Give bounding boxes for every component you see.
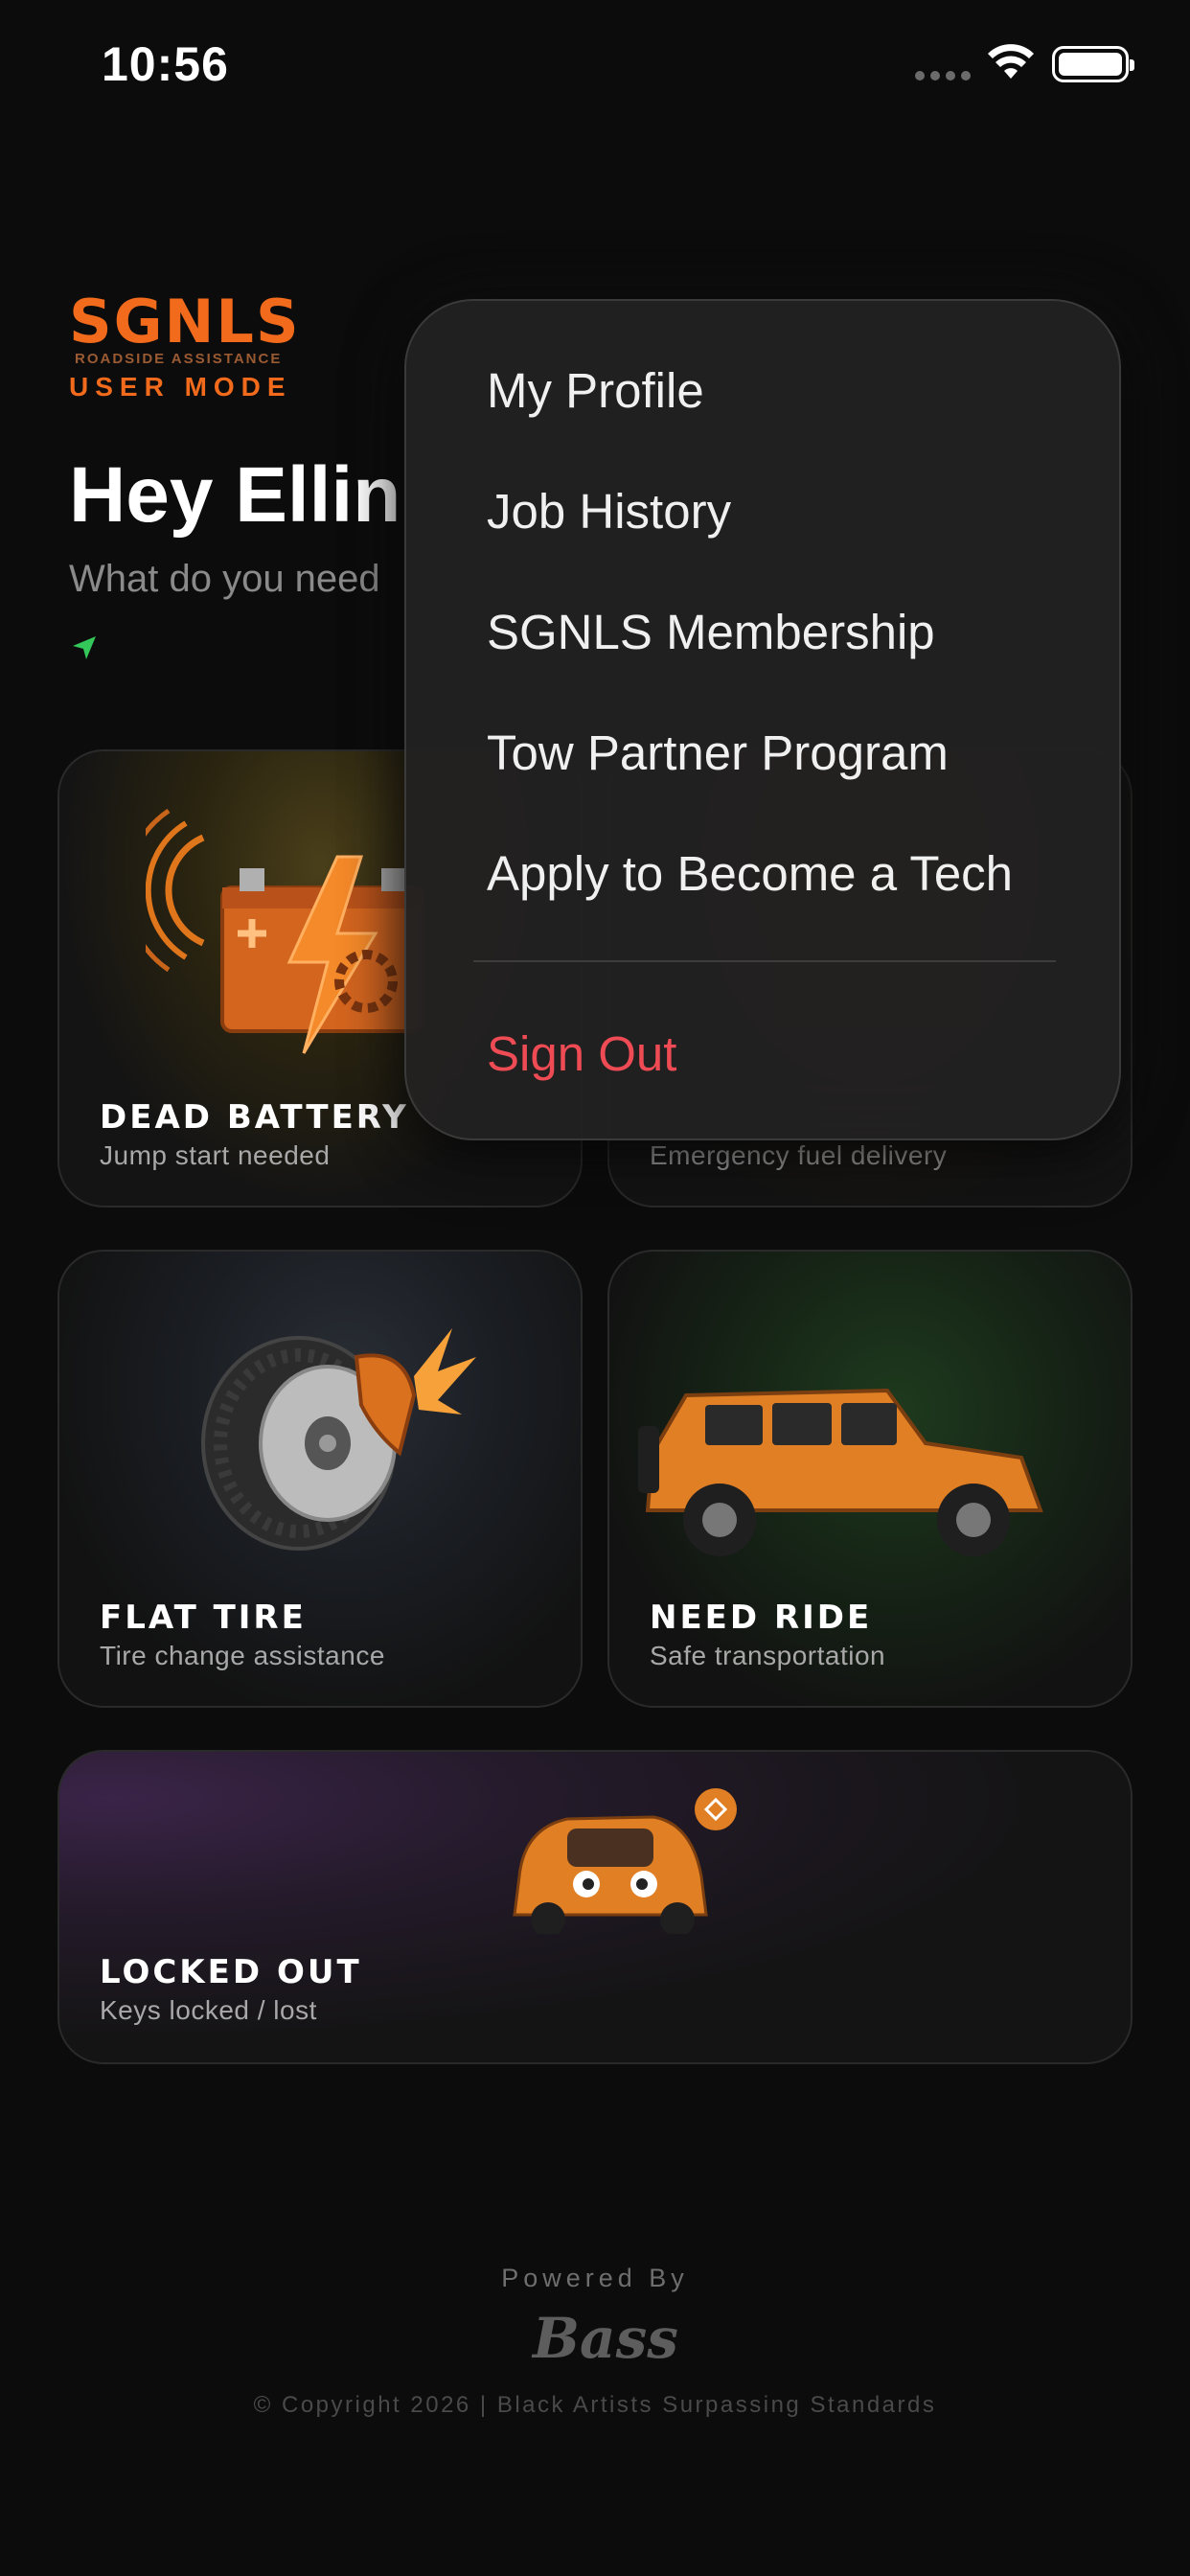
menu-item-job-history[interactable]: Job History xyxy=(487,483,731,540)
cellular-signal-icon xyxy=(915,71,971,80)
menu-divider xyxy=(473,960,1056,962)
brand-tagline: ROADSIDE ASSISTANCE xyxy=(75,351,283,367)
menu-item-membership[interactable]: SGNLS Membership xyxy=(487,604,935,660)
card-subtitle: Jump start needed xyxy=(100,1140,331,1170)
jeep-icon xyxy=(638,1388,1043,1556)
brand-name: SGNLS xyxy=(69,287,301,356)
status-time: 10:56 xyxy=(102,37,229,91)
card-title: FLAT TIRE xyxy=(100,1598,307,1637)
card-subtitle: Emergency fuel delivery xyxy=(650,1140,948,1170)
sign-out-button[interactable]: Sign Out xyxy=(487,1025,676,1082)
card-title: NEED RIDE xyxy=(650,1598,873,1637)
account-menu: My Profile Job History SGNLS Membership … xyxy=(404,299,1121,1140)
menu-item-my-profile[interactable]: My Profile xyxy=(487,362,704,419)
card-subtitle: Safe transportation xyxy=(650,1641,886,1670)
greeting-title: Hey Ellin xyxy=(69,451,401,539)
service-card-locked-out[interactable]: LOCKED OUT Keys locked / lost xyxy=(57,1750,1133,2064)
card-subtitle: Tire change assistance xyxy=(100,1641,385,1670)
service-card-flat-tire[interactable]: FLAT TIRE Tire change assistance xyxy=(57,1250,583,1708)
greeting-prompt: What do you need xyxy=(69,558,380,600)
partner-logo: Bass xyxy=(533,2306,678,2371)
card-title: LOCKED OUT xyxy=(100,1953,362,1991)
tire-brake-icon xyxy=(201,1328,476,1551)
powered-by-label: Powered By xyxy=(501,2264,689,2292)
car-battery-icon xyxy=(146,809,425,1054)
brand-logo: SGNLS ROADSIDE ASSISTANCE xyxy=(69,287,301,368)
wifi-icon xyxy=(987,44,1035,87)
menu-item-tow-partner[interactable]: Tow Partner Program xyxy=(487,724,949,781)
menu-item-become-tech[interactable]: Apply to Become a Tech xyxy=(487,845,1013,902)
location-arrow-icon[interactable] xyxy=(69,632,100,668)
card-subtitle: Keys locked / lost xyxy=(100,1995,317,2025)
status-bar: 10:56 xyxy=(0,0,1190,134)
battery-icon xyxy=(1052,46,1134,82)
card-title: DEAD BATTERY xyxy=(100,1098,409,1137)
service-card-need-ride[interactable]: NEED RIDE Safe transportation xyxy=(607,1250,1133,1708)
copyright-text: © Copyright 2026 | Black Artists Surpass… xyxy=(253,2392,937,2418)
mode-label: USER MODE xyxy=(69,372,292,402)
cartoon-car-icon xyxy=(513,1788,737,1934)
